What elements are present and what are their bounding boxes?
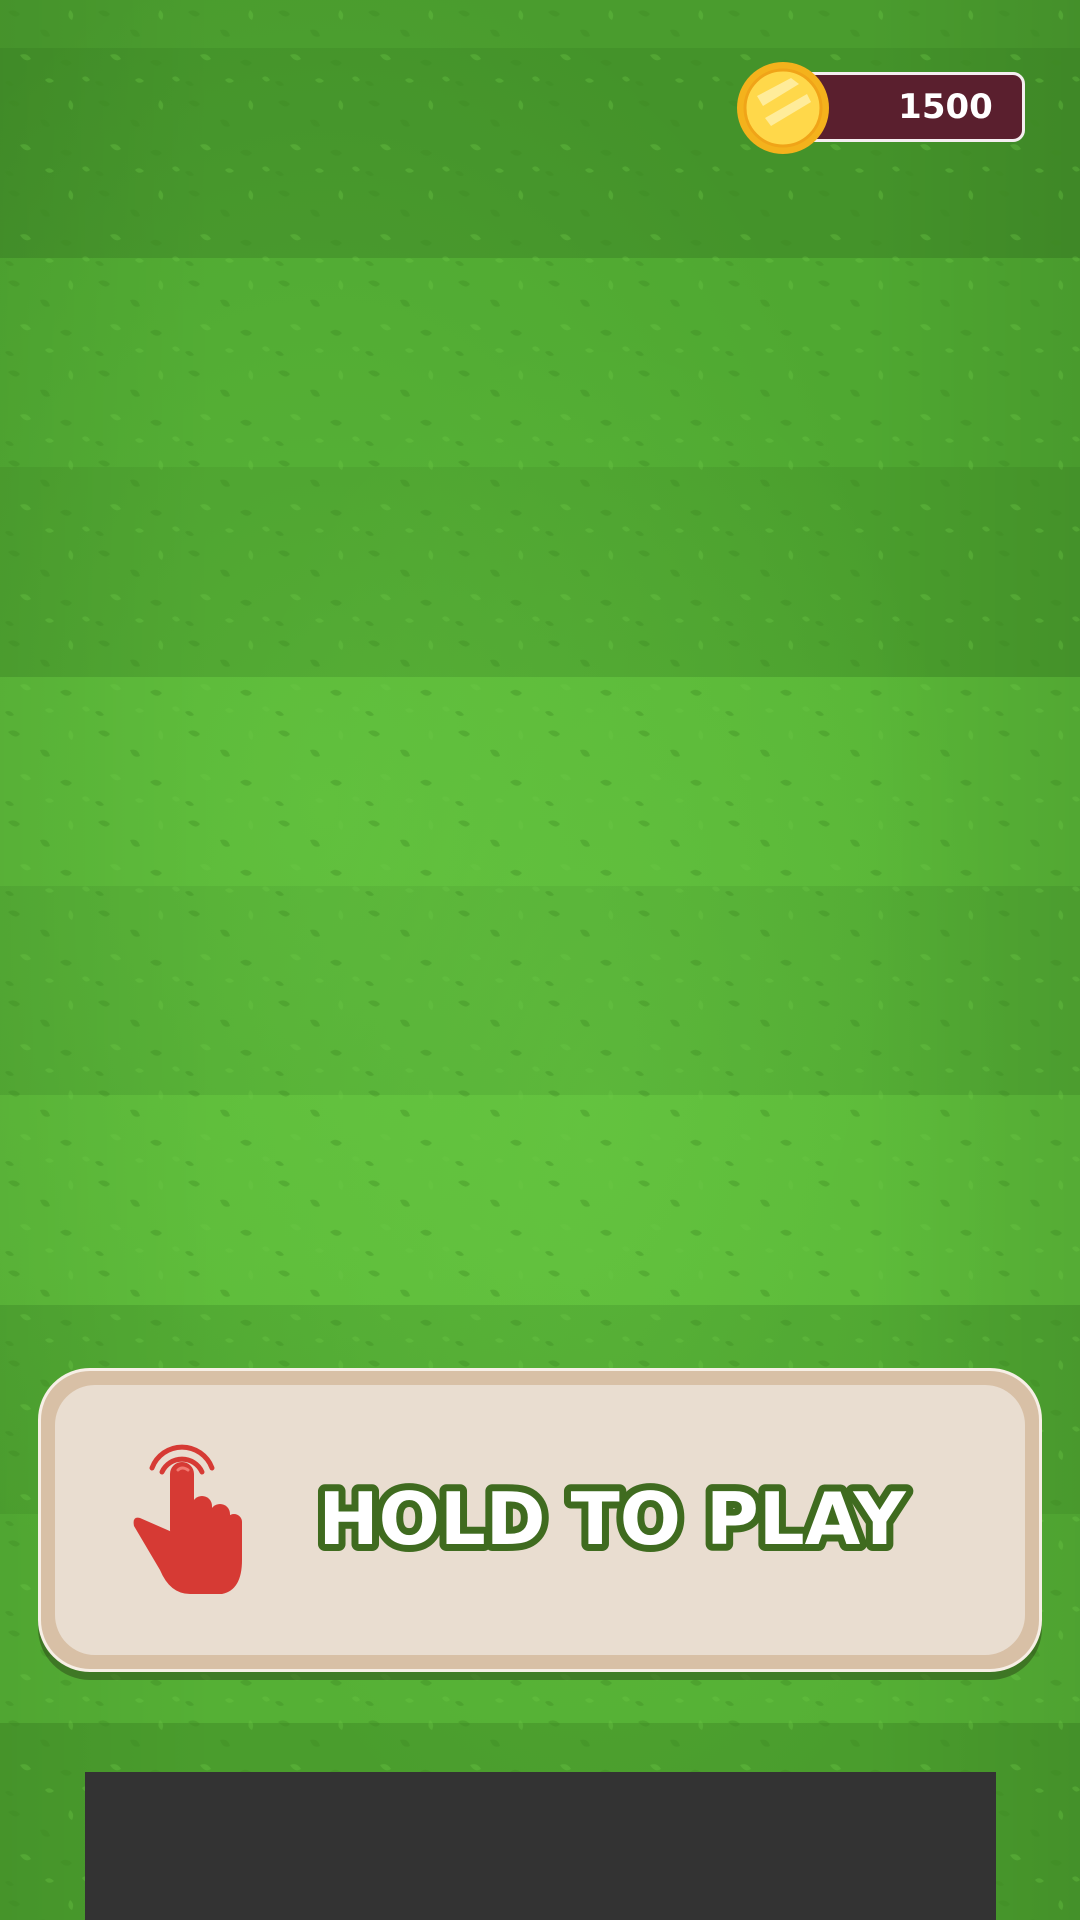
grass-stripe <box>0 467 1080 677</box>
ad-banner[interactable] <box>85 1772 996 1920</box>
hold-to-play-label: HOLD TO PLAY HOLD TO PLAY <box>311 1470 913 1568</box>
hold-to-play-text-fill: HOLD TO PLAY <box>318 1477 906 1561</box>
grass-stripe <box>0 1095 1080 1305</box>
grass-stripe <box>0 0 1080 48</box>
grass-stripe <box>0 886 1080 1095</box>
coin-count: 1500 <box>898 87 993 127</box>
tap-hand-icon <box>133 1444 242 1594</box>
grass-stripe <box>0 258 1080 467</box>
gold-coin-icon <box>737 62 829 154</box>
coin-counter: 1500 <box>735 60 1033 158</box>
grass-stripe <box>0 677 1080 886</box>
